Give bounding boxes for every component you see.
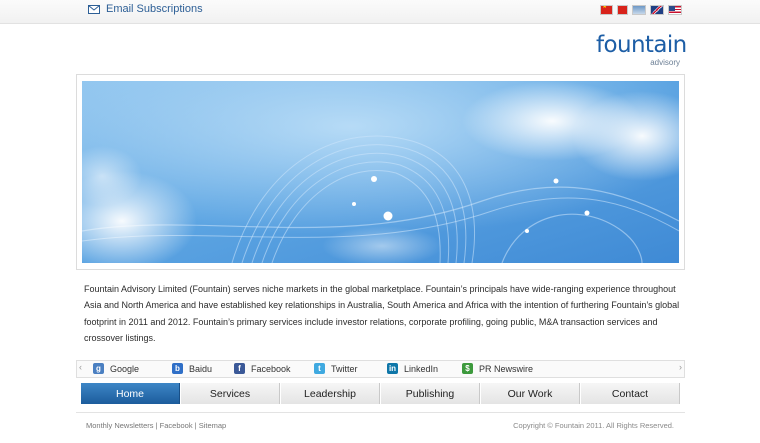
share-facebook-label: Facebook — [251, 363, 291, 374]
cn-flag-icon[interactable] — [600, 5, 613, 15]
prnewswire-icon: $ — [462, 363, 473, 374]
facebook-icon: f — [234, 363, 245, 374]
nav-our-work[interactable]: Our Work — [480, 383, 580, 404]
share-linkedin[interactable]: in LinkedIn — [387, 363, 438, 374]
nav-publishing[interactable]: Publishing — [380, 383, 480, 404]
share-facebook[interactable]: f Facebook — [234, 363, 291, 374]
nav-contact[interactable]: Contact — [580, 383, 680, 404]
share-google[interactable]: g Google — [93, 363, 139, 374]
main-nav: Home Services Leadership Publishing Our … — [80, 383, 680, 404]
banner-frame — [76, 74, 685, 270]
hero-banner-image — [82, 81, 679, 263]
logo-subtitle: advisory — [650, 58, 680, 67]
share-bar: ‹ g Google b Baidu f Facebook t Twitter … — [76, 360, 685, 378]
copyright-text: Copyright © Fountain 2011. All Rights Re… — [513, 421, 674, 430]
share-twitter-label: Twitter — [331, 363, 358, 374]
share-prnewswire-label: PR Newswire — [479, 363, 534, 374]
share-google-label: Google — [110, 363, 140, 374]
share-linkedin-label: LinkedIn — [404, 363, 439, 374]
footer-link-newsletters[interactable]: Monthly Newsletters — [86, 421, 154, 430]
footer-link-sitemap[interactable]: Sitemap — [199, 421, 227, 430]
twitter-icon: t — [314, 363, 325, 374]
share-prnewswire[interactable]: $ PR Newswire — [462, 363, 533, 374]
us-flag-icon[interactable] — [668, 5, 682, 15]
email-subscriptions-label: Email Subscriptions — [106, 3, 203, 15]
hk-flag-icon[interactable] — [617, 5, 628, 15]
nav-services[interactable]: Services — [180, 383, 280, 404]
top-bar: Email Subscriptions — [0, 0, 760, 24]
nav-home[interactable]: Home — [80, 383, 180, 404]
intro-paragraph: Fountain Advisory Limited (Fountain) ser… — [84, 284, 680, 344]
linkedin-icon: in — [387, 363, 398, 374]
footer-links: Monthly Newsletters | Facebook | Sitemap — [86, 421, 226, 430]
google-icon: g — [93, 363, 104, 374]
email-subscriptions-link[interactable]: Email Subscriptions — [88, 3, 203, 15]
share-twitter[interactable]: t Twitter — [314, 363, 358, 374]
envelope-icon — [88, 4, 100, 14]
footer-divider — [76, 412, 685, 413]
fountain-logo[interactable]: fountain advisory — [596, 30, 687, 70]
footer-link-facebook[interactable]: Facebook — [160, 421, 193, 430]
language-flags — [600, 5, 682, 15]
scroll-right-arrow-icon[interactable]: › — [679, 362, 682, 372]
share-baidu-label: Baidu — [189, 363, 213, 374]
logo-wordmark: fountain — [596, 32, 687, 58]
nav-leadership[interactable]: Leadership — [280, 383, 380, 404]
baidu-icon: b — [172, 363, 183, 374]
uk-flag-icon[interactable] — [650, 5, 664, 15]
tw-flag-icon[interactable] — [632, 5, 646, 15]
share-baidu[interactable]: b Baidu — [172, 363, 212, 374]
scroll-left-arrow-icon[interactable]: ‹ — [79, 362, 82, 372]
